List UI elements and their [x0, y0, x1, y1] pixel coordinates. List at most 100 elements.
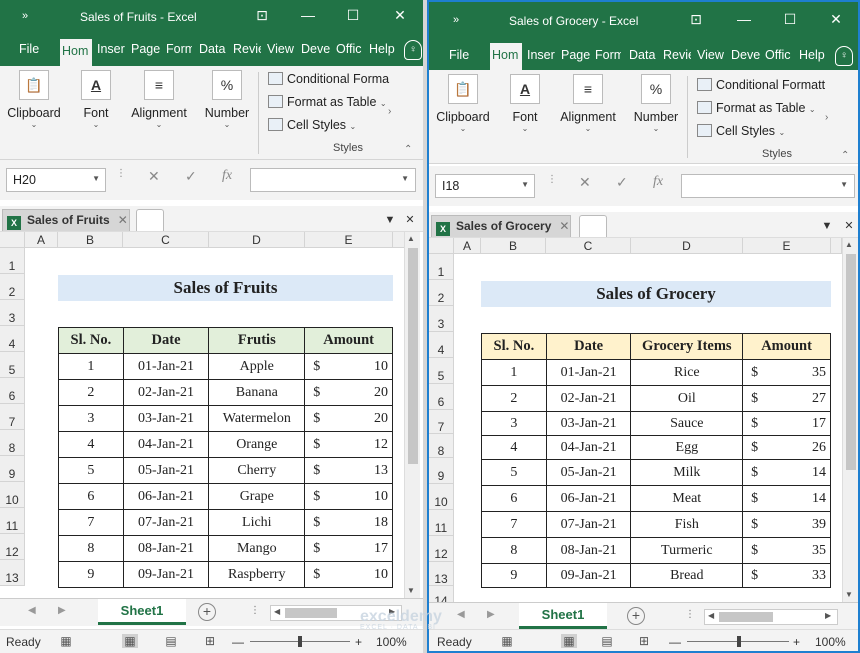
table-cell[interactable]: 02-Jan-21: [545, 385, 632, 412]
alignment-group[interactable]: ≡ Alignment ⌄: [557, 74, 619, 133]
enter-icon[interactable]: ✓: [185, 168, 197, 185]
row-header[interactable]: 5: [429, 358, 454, 384]
page-break-icon[interactable]: ⊞: [202, 634, 218, 648]
table-cell[interactable]: 4: [481, 435, 547, 460]
number-group[interactable]: % Number ⌄: [631, 74, 681, 133]
table-cell[interactable]: 09-Jan-21: [122, 561, 210, 588]
tab-data[interactable]: Data: [199, 42, 227, 56]
table-cell[interactable]: Lichi: [208, 509, 306, 536]
amount-cell[interactable]: $26: [742, 435, 831, 460]
column-header[interactable]: E: [305, 232, 393, 248]
collapse-ribbon-icon[interactable]: ⌃: [404, 144, 412, 155]
scroll-down-icon[interactable]: ▼: [407, 586, 415, 595]
formula-input[interactable]: ▼: [250, 168, 416, 192]
normal-view-icon[interactable]: ▦: [122, 634, 138, 648]
amount-cell[interactable]: $35: [742, 537, 831, 564]
conditional-formatting-button[interactable]: Conditional Formatt: [697, 78, 825, 92]
table-cell[interactable]: Meat: [630, 485, 744, 512]
row-header[interactable]: 2: [429, 280, 454, 306]
table-cell[interactable]: 04-Jan-21: [545, 435, 632, 460]
amount-cell[interactable]: $10: [304, 483, 393, 510]
zoom-in-icon[interactable]: +: [793, 635, 800, 649]
table-cell[interactable]: 08-Jan-21: [122, 535, 210, 562]
table-cell[interactable]: Orange: [208, 431, 306, 458]
tab-review[interactable]: Revie: [663, 48, 691, 62]
row-header[interactable]: 12: [0, 534, 25, 560]
table-cell[interactable]: 7: [481, 511, 547, 538]
column-header[interactable]: D: [631, 238, 743, 254]
prev-sheet-icon[interactable]: ◀: [28, 605, 36, 616]
amount-cell[interactable]: $10: [304, 353, 393, 380]
row-header[interactable]: 10: [0, 482, 25, 508]
table-cell[interactable]: 3: [58, 405, 124, 432]
table-cell[interactable]: 07-Jan-21: [122, 509, 210, 536]
table-cell[interactable]: Bread: [630, 563, 744, 588]
row-header[interactable]: 7: [0, 404, 25, 430]
table-cell[interactable]: 3: [481, 411, 547, 436]
row-header[interactable]: 7: [429, 410, 454, 434]
zoom-in-icon[interactable]: +: [355, 635, 362, 649]
tab-home[interactable]: Hom: [490, 43, 522, 70]
add-sheet-icon[interactable]: +: [627, 607, 645, 625]
amount-cell[interactable]: $39: [742, 511, 831, 538]
row-header[interactable]: 9: [0, 456, 25, 482]
table-cell[interactable]: Watermelon: [208, 405, 306, 432]
row-header[interactable]: 13: [429, 562, 454, 586]
alignment-group[interactable]: ≡ Alignment ⌄: [128, 70, 190, 129]
vertical-scroll-thumb[interactable]: [846, 254, 856, 470]
column-header[interactable]: D: [209, 232, 305, 248]
table-header-cell[interactable]: Grocery Items: [630, 333, 744, 360]
prev-sheet-icon[interactable]: ◀: [457, 609, 465, 620]
table-cell[interactable]: Milk: [630, 459, 744, 486]
vertical-scroll-thumb[interactable]: [408, 248, 418, 464]
page-layout-icon[interactable]: ▤: [163, 634, 179, 648]
column-header[interactable]: C: [123, 232, 209, 248]
amount-cell[interactable]: $13: [304, 457, 393, 484]
table-cell[interactable]: 05-Jan-21: [122, 457, 210, 484]
zoom-knob[interactable]: [737, 636, 741, 647]
row-header[interactable]: 3: [429, 306, 454, 332]
table-cell[interactable]: Mango: [208, 535, 306, 562]
row-header[interactable]: 4: [0, 326, 25, 352]
row-header[interactable]: 6: [429, 384, 454, 410]
amount-cell[interactable]: $10: [304, 561, 393, 588]
table-header-cell[interactable]: Date: [122, 327, 210, 354]
enter-icon[interactable]: ✓: [616, 174, 628, 191]
column-header[interactable]: C: [546, 238, 631, 254]
select-all-corner[interactable]: [429, 238, 454, 254]
formula-input[interactable]: ▼: [681, 174, 855, 198]
table-cell[interactable]: 05-Jan-21: [545, 459, 632, 486]
font-group[interactable]: A Font ⌄: [505, 74, 545, 133]
row-header[interactable]: 3: [0, 300, 25, 326]
cancel-icon[interactable]: ✕: [148, 168, 160, 185]
table-cell[interactable]: 02-Jan-21: [122, 379, 210, 406]
table-cell[interactable]: Egg: [630, 435, 744, 460]
font-group[interactable]: A Font ⌄: [76, 70, 116, 129]
cell-styles-button[interactable]: Cell Styles ⌄: [697, 124, 785, 138]
page-break-icon[interactable]: ⊞: [636, 634, 652, 648]
table-cell[interactable]: 9: [481, 563, 547, 588]
table-cell[interactable]: Turmeric: [630, 537, 744, 564]
chevron-down-icon[interactable]: ▼: [401, 174, 409, 183]
clipboard-group[interactable]: 📋 Clipboard ⌄: [435, 74, 491, 133]
table-cell[interactable]: 2: [481, 385, 547, 412]
close-workbook-icon[interactable]: ✕: [841, 218, 857, 234]
horizontal-scrollbar[interactable]: ◀ ▶: [704, 609, 838, 625]
tell-me-bulb-icon[interactable]: ♀: [404, 40, 422, 60]
cancel-icon[interactable]: ✕: [579, 174, 591, 191]
row-header[interactable]: 9: [429, 458, 454, 484]
tab-help[interactable]: Help: [369, 42, 397, 56]
clipboard-group[interactable]: 📋 Clipboard ⌄: [6, 70, 62, 129]
table-cell[interactable]: Raspberry: [208, 561, 306, 588]
close-button[interactable]: ✕: [389, 7, 411, 24]
chevron-down-icon[interactable]: ▼: [92, 174, 100, 183]
ribbon-scroll-right-icon[interactable]: ›: [825, 112, 828, 123]
insert-function-icon[interactable]: fx: [653, 174, 663, 190]
table-cell[interactable]: Apple: [208, 353, 306, 380]
new-tab-button[interactable]: [136, 209, 164, 231]
tab-office[interactable]: Offic: [336, 42, 364, 56]
page-layout-icon[interactable]: ▤: [599, 634, 615, 648]
table-cell[interactable]: 5: [58, 457, 124, 484]
tab-dropdown-icon[interactable]: ▼: [819, 218, 835, 234]
row-header[interactable]: 8: [429, 434, 454, 458]
